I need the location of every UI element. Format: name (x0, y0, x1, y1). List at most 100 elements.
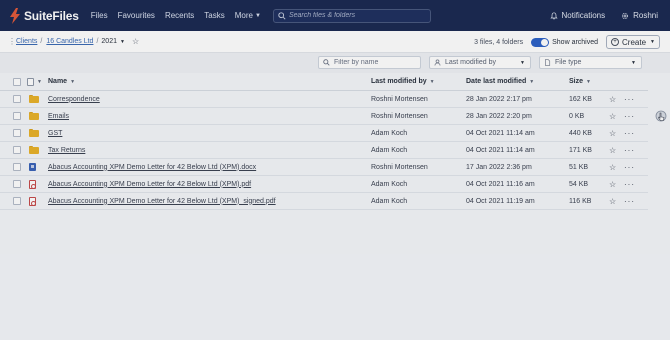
column-date-label: Date last modified (466, 78, 527, 85)
chevron-down-icon[interactable]: ▼ (37, 79, 42, 85)
file-name-link[interactable]: Abacus Accounting XPM Demo Letter for 42… (48, 181, 251, 188)
sort-caret-icon: ▼ (70, 78, 76, 85)
create-button[interactable]: + Create ▼ (606, 35, 660, 49)
search-input[interactable] (288, 12, 429, 19)
file-size: 54 KB (569, 180, 589, 188)
nav-more-label: More (234, 11, 253, 20)
column-size-header[interactable]: Size ▼ (569, 73, 591, 90)
more-options-icon[interactable]: ··· (624, 95, 635, 104)
table-row[interactable]: GST Adam Koch 04 Oct 2021 11:14 am 440 KB ☆ ·… (0, 125, 648, 142)
nav-more-menu[interactable]: More ▼ (235, 11, 261, 20)
breadcrumb-clients[interactable]: Clients (16, 38, 37, 45)
row-checkbox[interactable] (13, 112, 21, 120)
file-size: 171 KB (569, 146, 592, 154)
file-name-link[interactable]: Abacus Accounting XPM Demo Letter for 42… (48, 164, 256, 171)
table-row[interactable]: Abacus Accounting XPM Demo Letter for 42… (0, 193, 648, 210)
breadcrumb-bar: ⋮ Clients / 16 Candles Ltd / 2021 ▼ ☆ 3 … (0, 31, 670, 53)
show-archived-toggle[interactable] (531, 37, 550, 47)
date-modified: 28 Jan 2022 2:20 pm (466, 112, 532, 120)
column-size-label: Size (569, 78, 584, 85)
file-name-link[interactable]: Emails (48, 113, 69, 120)
suitefiles-logo[interactable]: SuiteFiles (9, 7, 79, 24)
favourite-star-icon[interactable]: ☆ (609, 163, 616, 172)
table-row[interactable]: Correspondence Roshni Mortensen 28 Jan 202… (0, 91, 648, 108)
breadcrumb-16-candles[interactable]: 16 Candles Ltd (46, 38, 93, 45)
notifications-label: Notifications (561, 11, 606, 20)
filter-modified-by-label: Last modified by (445, 59, 496, 66)
gear-icon (622, 12, 629, 19)
create-label: Create (622, 37, 647, 47)
select-all-checkbox[interactable] (13, 77, 21, 86)
favourite-star-icon[interactable]: ☆ (609, 95, 616, 104)
column-modified-by-label: Last modified by (371, 78, 427, 85)
nav-favourites[interactable]: Favourites (118, 11, 155, 20)
modified-by: Adam Koch (371, 146, 408, 154)
modified-by: Adam Koch (371, 180, 408, 188)
favourite-star-icon[interactable]: ☆ (609, 180, 616, 189)
chevron-down-icon: ▼ (650, 39, 655, 45)
sort-caret-icon: ▼ (429, 78, 435, 85)
nav-files[interactable]: Files (91, 11, 108, 20)
more-options-icon[interactable]: ··· (624, 197, 635, 206)
table-body: Correspondence Roshni Mortensen 28 Jan 202… (0, 91, 648, 210)
filter-by-name-input[interactable] (334, 59, 414, 66)
row-checkbox[interactable] (13, 197, 21, 205)
column-name-header[interactable]: Name ▼ (48, 73, 75, 90)
notifications-button[interactable]: Notifications (549, 11, 606, 20)
breadcrumb-separator: / (40, 38, 43, 45)
item-count: 3 files, 4 folders (474, 38, 524, 46)
table-row[interactable]: Abacus Accounting XPM Demo Letter for 42… (0, 176, 648, 193)
favourite-star-icon[interactable]: ☆ (609, 129, 616, 138)
hand-cursor-icon (655, 110, 667, 122)
file-size: 440 KB (569, 129, 592, 137)
row-checkbox[interactable] (13, 163, 21, 171)
chevron-down-icon: ▼ (254, 12, 261, 19)
favourite-star-icon[interactable]: ☆ (609, 146, 616, 155)
more-options-icon[interactable]: ··· (624, 163, 635, 172)
file-name-link[interactable]: Correspondence (48, 96, 100, 103)
row-checkbox[interactable] (13, 180, 21, 188)
file-name-link[interactable]: GST (48, 130, 62, 137)
breadcrumb-separator: / (96, 38, 99, 45)
row-checkbox[interactable] (13, 146, 21, 154)
file-name-link[interactable]: Abacus Accounting XPM Demo Letter for 42… (48, 198, 276, 205)
table-row[interactable]: Tax Returns Adam Koch 04 Oct 2021 11:14 am… (0, 142, 648, 159)
folder-icon (29, 146, 39, 154)
file-icon (545, 59, 551, 66)
file-table: ▼ Name ▼ Last modified by ▼ Date last mo… (0, 73, 648, 210)
search-box[interactable] (272, 8, 431, 23)
row-checkbox[interactable] (13, 129, 21, 137)
date-modified: 17 Jan 2022 2:36 pm (466, 163, 532, 171)
filter-modified-by-select[interactable]: Last modified by ▼ (429, 56, 531, 69)
modified-by: Roshni Mortensen (371, 112, 428, 120)
folder-icon (29, 95, 39, 103)
column-modified-by-header[interactable]: Last modified by ▼ (371, 73, 435, 90)
row-checkbox[interactable] (13, 95, 21, 103)
nav-recents[interactable]: Recents (165, 11, 194, 20)
breadcrumb-current[interactable]: 2021 ▼ (101, 38, 125, 45)
sort-caret-icon: ▼ (586, 78, 591, 85)
table-row[interactable]: Abacus Accounting XPM Demo Letter for 42… (0, 159, 648, 176)
more-options-icon[interactable]: ··· (624, 112, 635, 121)
favourite-star-icon[interactable]: ☆ (609, 112, 616, 121)
favourite-star-icon[interactable]: ☆ (609, 197, 616, 206)
chevron-down-icon: ▼ (119, 38, 125, 45)
user-name: Roshni (633, 11, 658, 20)
favourite-folder-star-icon[interactable]: ☆ (132, 37, 139, 46)
filter-file-type-label: File type (555, 59, 582, 66)
breadcrumb-current-label: 2021 (101, 38, 117, 45)
folder-icon (29, 112, 39, 120)
drag-handle-icon[interactable]: ⋮ (8, 37, 16, 46)
table-row[interactable]: Emails Roshni Mortensen 28 Jan 2022 2:20 p… (0, 108, 648, 125)
filter-by-name-box[interactable] (318, 56, 421, 69)
column-date-header[interactable]: Date last modified ▼ (466, 73, 534, 90)
nav-tasks[interactable]: Tasks (204, 11, 224, 20)
file-size: 0 KB (569, 112, 585, 120)
filter-file-type-select[interactable]: File type ▼ (539, 56, 642, 69)
more-options-icon[interactable]: ··· (624, 180, 635, 189)
file-type-header-icon (27, 77, 34, 86)
file-name-link[interactable]: Tax Returns (48, 147, 85, 154)
more-options-icon[interactable]: ··· (624, 146, 635, 155)
user-menu[interactable]: Roshni (621, 11, 658, 20)
more-options-icon[interactable]: ··· (624, 129, 635, 138)
